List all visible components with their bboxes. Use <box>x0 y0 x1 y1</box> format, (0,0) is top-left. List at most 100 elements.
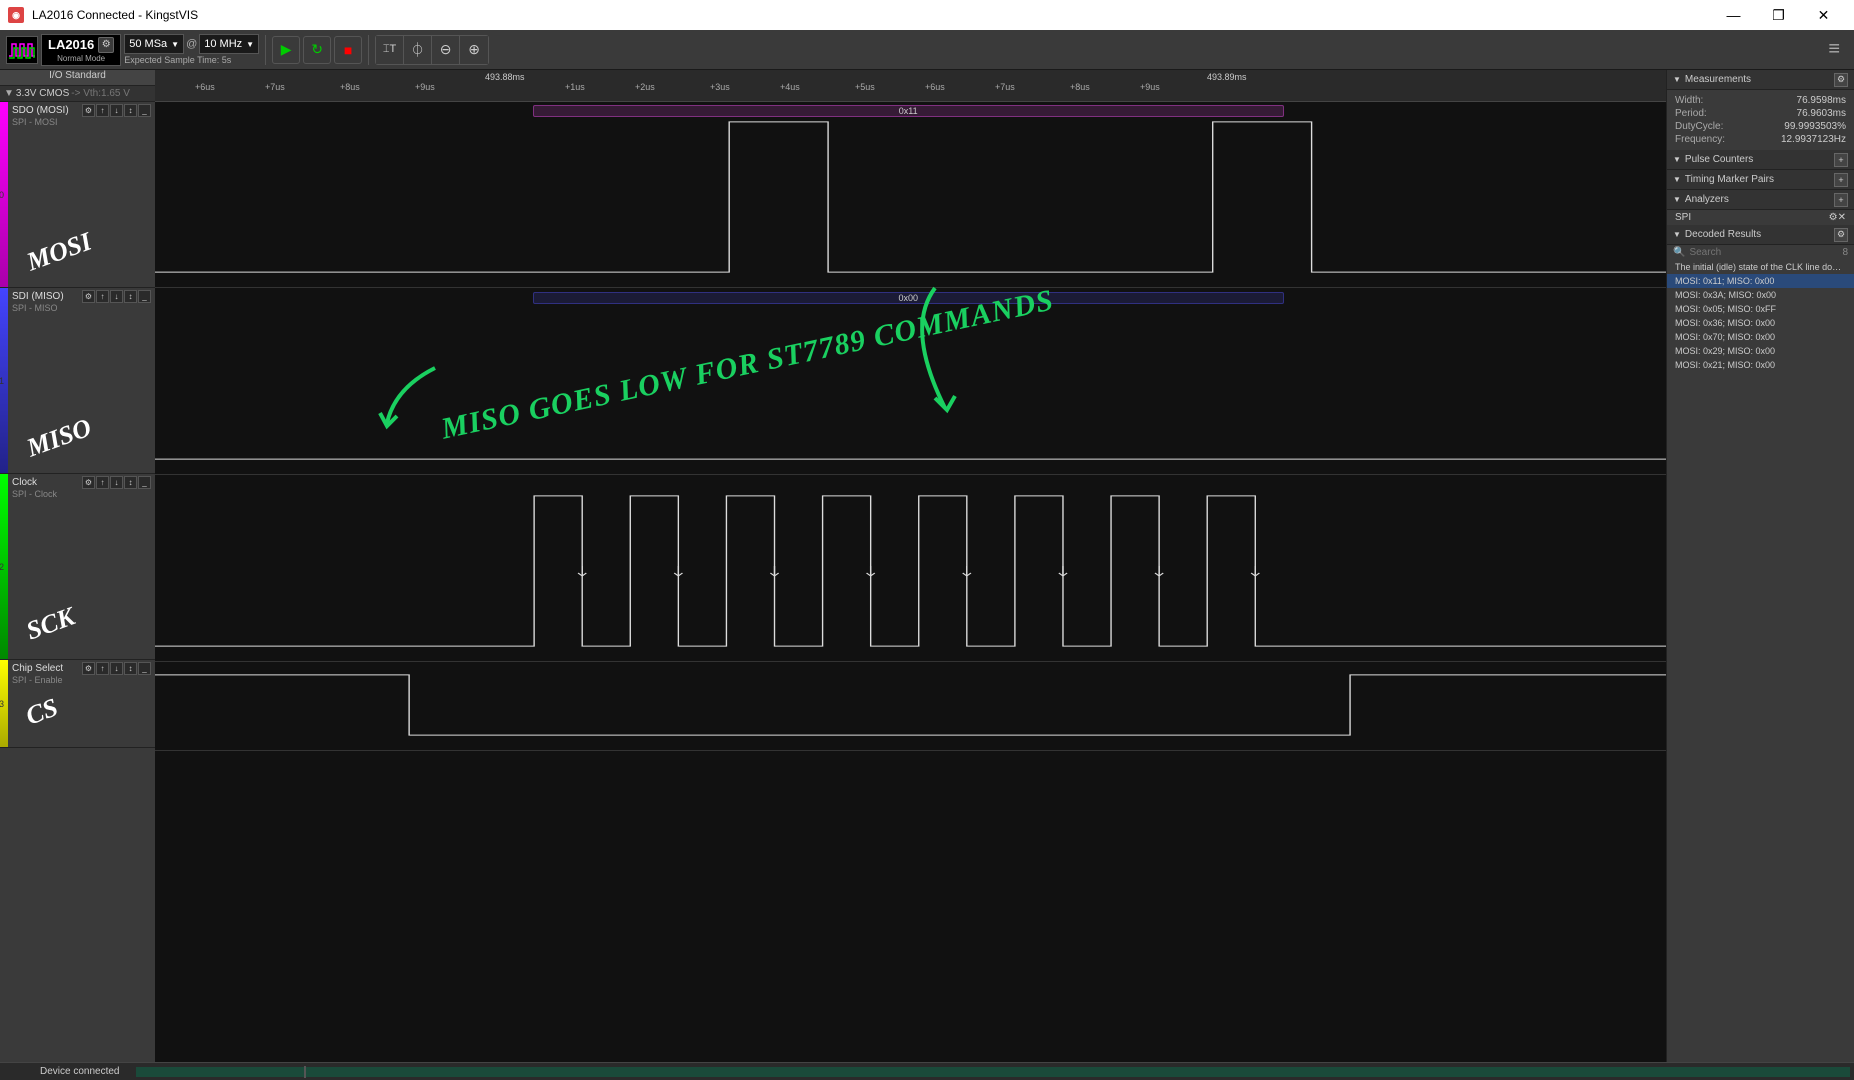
result-row[interactable]: MOSI: 0x29; MISO: 0x00 <box>1667 344 1854 358</box>
clock-combo[interactable]: 10 MHz▼ <box>199 34 259 54</box>
result-row[interactable]: MOSI: 0x36; MISO: 0x00 <box>1667 316 1854 330</box>
decoded-results-header[interactable]: ▼ Decoded Results ⚙ <box>1667 225 1854 245</box>
measurements-settings-icon[interactable]: ⚙ <box>1834 73 1848 87</box>
search-input[interactable] <box>1689 247 1838 258</box>
decoded-settings-icon[interactable]: ⚙ <box>1834 228 1848 242</box>
waveform-row-3[interactable] <box>155 663 1666 751</box>
channel-settings-icon[interactable]: ⚙ <box>82 290 95 303</box>
add-icon[interactable]: + <box>1834 153 1848 167</box>
analyzer-remove-icon[interactable]: ✕ <box>1838 212 1846 223</box>
zoom-fit-button[interactable]: ⏀ <box>404 36 432 64</box>
zoom-out-button[interactable]: ⊖ <box>432 36 460 64</box>
waveform-row-1[interactable]: 0x00 <box>155 289 1666 475</box>
separator <box>368 35 369 65</box>
measurements-header[interactable]: ▼ Measurements ⚙ <box>1667 70 1854 90</box>
waveform-row-2[interactable] <box>155 476 1666 662</box>
io-standard-header[interactable]: I/O Standard <box>0 70 155 86</box>
ruler-ms-right: 493.89ms <box>1207 72 1247 82</box>
channel-color-bar: 1 <box>0 288 8 473</box>
zoom-in-button[interactable]: ⊕ <box>460 36 488 64</box>
channel-trigger-low-icon[interactable]: _ <box>138 104 151 117</box>
channel-trigger-fall-icon[interactable]: ↓ <box>110 476 123 489</box>
channel-settings-icon[interactable]: ⚙ <box>82 476 95 489</box>
result-row[interactable]: MOSI: 0x05; MISO: 0xFF <box>1667 302 1854 316</box>
ruler-tick: +7us <box>995 82 1015 92</box>
at-label: @ <box>186 38 197 50</box>
decode-bubble[interactable]: 0x00 <box>533 292 1284 304</box>
channel-trigger-rise-icon[interactable]: ↑ <box>96 290 109 303</box>
text-cursor-button[interactable]: ⌶T <box>376 36 404 64</box>
channel-trigger-both-icon[interactable]: ↕ <box>124 662 137 675</box>
channel-trigger-low-icon[interactable]: _ <box>138 290 151 303</box>
ruler-tick: +6us <box>925 82 945 92</box>
ruler-tick: +1us <box>565 82 585 92</box>
channel-trigger-fall-icon[interactable]: ↓ <box>110 662 123 675</box>
channel-trigger-both-icon[interactable]: ↕ <box>124 104 137 117</box>
decode-bubble[interactable]: 0x11 <box>533 105 1284 117</box>
minimize-button[interactable]: — <box>1711 0 1756 30</box>
channel-sidebar: I/O Standard ▼ 3.3V CMOS -> Vth:1.65 V 0… <box>0 70 155 1062</box>
measurement-row: Width:76.9598ms <box>1675 94 1846 107</box>
status-progress[interactable] <box>136 1067 1851 1077</box>
menu-button[interactable]: ≡ <box>1820 38 1848 61</box>
channel-name: Clock <box>12 477 80 488</box>
channel-trigger-low-icon[interactable]: _ <box>138 662 151 675</box>
device-settings-icon[interactable]: ⚙ <box>98 37 114 53</box>
channel-trigger-both-icon[interactable]: ↕ <box>124 290 137 303</box>
analyzer-settings-icon[interactable]: ⚙ <box>1829 212 1838 223</box>
add-icon[interactable]: + <box>1834 173 1848 187</box>
channel-trigger-fall-icon[interactable]: ↓ <box>110 290 123 303</box>
ruler-ms-left: 493.88ms <box>485 72 525 82</box>
ruler-tick: +5us <box>855 82 875 92</box>
collapse-icon: ▼ <box>1673 75 1681 84</box>
result-row[interactable]: MOSI: 0x11; MISO: 0x00 <box>1667 274 1854 288</box>
maximize-button[interactable]: ❐ <box>1756 0 1801 30</box>
time-ruler[interactable]: 493.88ms 493.89ms +6us+7us+8us+9us+1us+2… <box>155 70 1666 102</box>
channel-trigger-low-icon[interactable]: _ <box>138 476 151 489</box>
ruler-tick: +4us <box>780 82 800 92</box>
channel-trigger-rise-icon[interactable]: ↑ <box>96 662 109 675</box>
waveform-row-0[interactable]: 0x11 <box>155 102 1666 288</box>
channel-name: SDI (MISO) <box>12 291 80 302</box>
result-row[interactable]: MOSI: 0x3A; MISO: 0x00 <box>1667 288 1854 302</box>
result-row[interactable]: The initial (idle) state of the CLK line… <box>1667 260 1854 274</box>
channel-trigger-rise-icon[interactable]: ↑ <box>96 104 109 117</box>
device-badge[interactable]: LA2016 ⚙ Normal Mode <box>41 34 121 66</box>
io-standard-value[interactable]: ▼ 3.3V CMOS -> Vth:1.65 V <box>0 86 155 102</box>
analyzer-row-spi[interactable]: SPI ⚙ ✕ <box>1667 210 1854 225</box>
waveform-canvas[interactable]: 0x11 0x00 MISO GOES LOW FOR ST7789 COMMA… <box>155 102 1666 1062</box>
loop-button[interactable]: ↻ <box>303 36 331 64</box>
channel-trigger-both-icon[interactable]: ↕ <box>124 476 137 489</box>
result-row[interactable]: MOSI: 0x21; MISO: 0x00 <box>1667 358 1854 372</box>
channel-settings-icon[interactable]: ⚙ <box>82 104 95 117</box>
right-sidebar: ▼ Measurements ⚙ Width:76.9598msPeriod:7… <box>1666 70 1854 1062</box>
channel-label-0[interactable]: 0 SDO (MOSI) ⚙ ↑ ↓ ↕ _ SPI - MOSI MOSI <box>0 102 155 288</box>
play-button[interactable]: ▶ <box>272 36 300 64</box>
measurement-row: DutyCycle:99.9993503% <box>1675 120 1846 133</box>
add-icon[interactable]: + <box>1834 193 1848 207</box>
channel-settings-icon[interactable]: ⚙ <box>82 662 95 675</box>
channel-label-1[interactable]: 1 SDI (MISO) ⚙ ↑ ↓ ↕ _ SPI - MISO MISO <box>0 288 155 474</box>
channel-label-2[interactable]: 2 Clock ⚙ ↑ ↓ ↕ _ SPI - Clock SCK <box>0 474 155 660</box>
channel-protocol: SPI - MISO <box>12 303 151 313</box>
channel-trigger-fall-icon[interactable]: ↓ <box>110 104 123 117</box>
results-count: 8 <box>1842 247 1848 258</box>
channel-name: SDO (MOSI) <box>12 105 80 116</box>
main-area: I/O Standard ▼ 3.3V CMOS -> Vth:1.65 V 0… <box>0 70 1854 1062</box>
collapse-icon: ▼ <box>1673 155 1681 164</box>
stop-button[interactable]: ■ <box>334 36 362 64</box>
ruler-tick: +2us <box>635 82 655 92</box>
timing-markers-header[interactable]: ▼ Timing Marker Pairs + <box>1667 170 1854 190</box>
waveform-area[interactable]: 493.88ms 493.89ms +6us+7us+8us+9us+1us+2… <box>155 70 1666 1062</box>
close-button[interactable]: ✕ <box>1801 0 1846 30</box>
decoded-results-list[interactable]: The initial (idle) state of the CLK line… <box>1667 260 1854 1062</box>
channel-label-3[interactable]: 3 Chip Select ⚙ ↑ ↓ ↕ _ SPI - Enable CS <box>0 660 155 748</box>
sample-rate-combo[interactable]: 50 MSa▼ <box>124 34 184 54</box>
pulse-counters-header[interactable]: ▼ Pulse Counters + <box>1667 150 1854 170</box>
ruler-tick: +9us <box>415 82 435 92</box>
analyzers-header[interactable]: ▼ Analyzers + <box>1667 190 1854 210</box>
main-toolbar: LA2016 ⚙ Normal Mode 50 MSa▼ @ 10 MHz▼ E… <box>0 30 1854 70</box>
status-bar: Device connected <box>0 1062 1854 1080</box>
result-row[interactable]: MOSI: 0x70; MISO: 0x00 <box>1667 330 1854 344</box>
channel-trigger-rise-icon[interactable]: ↑ <box>96 476 109 489</box>
